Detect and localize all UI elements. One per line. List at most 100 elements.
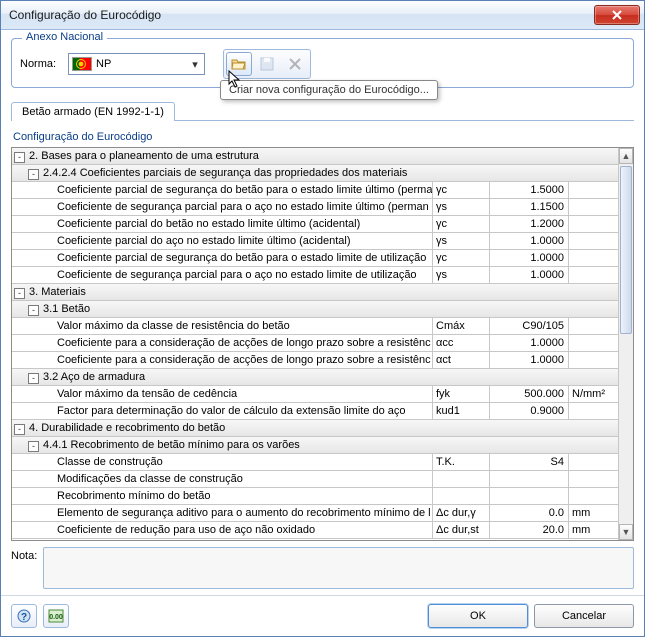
param-value[interactable]: 1.5000 (490, 182, 569, 198)
param-symbol: αct (433, 352, 490, 368)
section-row[interactable]: -2.4.2.4 Coeficientes parciais de segura… (12, 165, 619, 182)
param-unit (569, 335, 619, 351)
param-symbol: γc (433, 216, 490, 232)
section-row[interactable]: -3.1 Betão (12, 301, 619, 318)
value-row[interactable]: Coeficiente para a consideração de acçõe… (12, 335, 619, 352)
param-value[interactable]: 20.0 (490, 522, 569, 538)
param-value[interactable] (490, 488, 569, 504)
collapse-toggle[interactable]: - (14, 288, 25, 299)
value-row[interactable]: Factor para determinação do valor de cál… (12, 403, 619, 420)
section-label: 3. Materiais (28, 284, 619, 300)
value-row[interactable]: Coeficiente de redução para uso de aço n… (12, 522, 619, 539)
param-value[interactable]: 500.000 (490, 386, 569, 402)
param-label: Valor máximo da classe de resistência do… (56, 318, 433, 334)
scroll-thumb[interactable] (620, 166, 632, 334)
param-label: Coeficiente para a consideração de acçõe… (56, 335, 433, 351)
close-button[interactable] (594, 5, 640, 25)
param-symbol: Δc dur,γ (433, 505, 490, 521)
ok-button[interactable]: OK (428, 604, 528, 628)
param-value[interactable]: 1.0000 (490, 335, 569, 351)
param-symbol: fyk (433, 386, 490, 402)
decimal-icon: 0.00 (48, 609, 64, 623)
value-row[interactable]: Valor máximo da classe de resistência do… (12, 318, 619, 335)
collapse-toggle[interactable]: - (28, 169, 39, 180)
value-row[interactable]: Recobrimento mínimo do betão (12, 488, 619, 505)
scroll-down-button[interactable]: ▼ (619, 524, 633, 540)
norm-select[interactable]: NP ▾ (68, 53, 205, 75)
flag-portugal-icon (72, 57, 92, 71)
delete-icon (289, 58, 301, 70)
cancel-button[interactable]: Cancelar (534, 604, 634, 628)
param-value[interactable]: 0.9000 (490, 403, 569, 419)
collapse-toggle[interactable]: - (28, 305, 39, 316)
param-symbol: γs (433, 267, 490, 283)
section-row[interactable]: -4. Durabilidade e recobrimento do betão (12, 420, 619, 437)
delete-config-button[interactable] (282, 52, 308, 76)
param-symbol: Δc dur,st (433, 522, 490, 538)
value-row[interactable]: Coeficiente parcial de segurança do betã… (12, 250, 619, 267)
vertical-scrollbar[interactable]: ▲ ▼ (618, 148, 633, 540)
collapse-toggle[interactable]: - (28, 373, 39, 384)
value-row[interactable]: Modificações da classe de construção (12, 471, 619, 488)
collapse-toggle[interactable]: - (28, 441, 39, 452)
section-label: 4.4.1 Recobrimento de betão mínimo para … (42, 437, 619, 453)
value-row[interactable]: Coeficiente parcial do aço no estado lim… (12, 233, 619, 250)
section-label: 3.1 Betão (42, 301, 619, 317)
value-row[interactable]: Coeficiente de segurança parcial para o … (12, 267, 619, 284)
param-unit (569, 250, 619, 266)
collapse-toggle[interactable]: - (14, 152, 25, 163)
param-symbol: αcc (433, 335, 490, 351)
parameter-grid: -2. Bases para o planeamento de uma estr… (11, 147, 634, 541)
scroll-up-button[interactable]: ▲ (619, 148, 633, 164)
save-icon (260, 57, 274, 71)
param-unit (569, 403, 619, 419)
param-value[interactable]: 1.1500 (490, 199, 569, 215)
section-label: 2. Bases para o planeamento de uma estru… (28, 148, 619, 164)
param-value[interactable]: 1.0000 (490, 267, 569, 283)
param-value[interactable]: S4 (490, 454, 569, 470)
param-value[interactable]: 1.0000 (490, 233, 569, 249)
save-config-button[interactable] (254, 52, 280, 76)
param-value[interactable]: 1.0000 (490, 250, 569, 266)
collapse-toggle[interactable]: - (14, 424, 25, 435)
param-value[interactable]: C90/105 (490, 318, 569, 334)
note-label: Nota: (11, 547, 37, 589)
param-label: Modificações da classe de construção (56, 471, 433, 487)
value-row[interactable]: Coeficiente parcial do betão no estado l… (12, 216, 619, 233)
section-row[interactable]: -4.4.1 Recobrimento de betão mínimo para… (12, 437, 619, 454)
section-label: 2.4.2.4 Coeficientes parciais de seguran… (42, 165, 619, 181)
param-value[interactable]: 1.0000 (490, 352, 569, 368)
param-unit (569, 233, 619, 249)
param-value[interactable]: 1.2000 (490, 216, 569, 232)
param-label: Coeficiente de segurança parcial para o … (56, 199, 433, 215)
tab-concrete[interactable]: Betão armado (EN 1992-1-1) (11, 102, 175, 121)
section-row[interactable]: -3.2 Aço de armadura (12, 369, 619, 386)
section-row[interactable]: -3. Materiais (12, 284, 619, 301)
value-row[interactable]: Coeficiente parcial de segurança do betã… (12, 182, 619, 199)
value-row[interactable]: Coeficiente de segurança parcial para o … (12, 199, 619, 216)
new-config-tooltip: Criar nova configuração do Eurocódigo... (220, 80, 438, 100)
scroll-track[interactable] (619, 164, 633, 524)
value-row[interactable]: Classe de construçãoT.K.S4 (12, 454, 619, 471)
new-config-button[interactable] (226, 52, 252, 76)
param-symbol (433, 488, 490, 504)
help-button[interactable]: ? (11, 604, 37, 628)
units-button[interactable]: 0.00 (43, 604, 69, 628)
param-symbol: T.K. (433, 454, 490, 470)
norm-label: Norma: (20, 58, 60, 70)
param-value[interactable] (490, 471, 569, 487)
value-row[interactable]: Coeficiente para a consideração de acçõe… (12, 352, 619, 369)
national-annex-legend: Anexo Nacional (22, 31, 107, 43)
national-annex-group: Anexo Nacional Norma: NP ▾ (11, 38, 634, 88)
value-row[interactable]: Elemento de segurança aditivo para o aum… (12, 505, 619, 522)
param-unit (569, 318, 619, 334)
note-textbox[interactable] (43, 547, 634, 589)
value-row[interactable]: Valor máximo da tensão de cedênciafyk500… (12, 386, 619, 403)
param-label: Classe de construção (56, 454, 433, 470)
param-label: Coeficiente parcial de segurança do betã… (56, 182, 433, 198)
param-label: Recobrimento mínimo do betão (56, 488, 433, 504)
param-value[interactable]: 0.0 (490, 505, 569, 521)
section-row[interactable]: -2. Bases para o planeamento de uma estr… (12, 148, 619, 165)
param-label: Valor máximo da tensão de cedência (56, 386, 433, 402)
param-symbol: Cmáx (433, 318, 490, 334)
